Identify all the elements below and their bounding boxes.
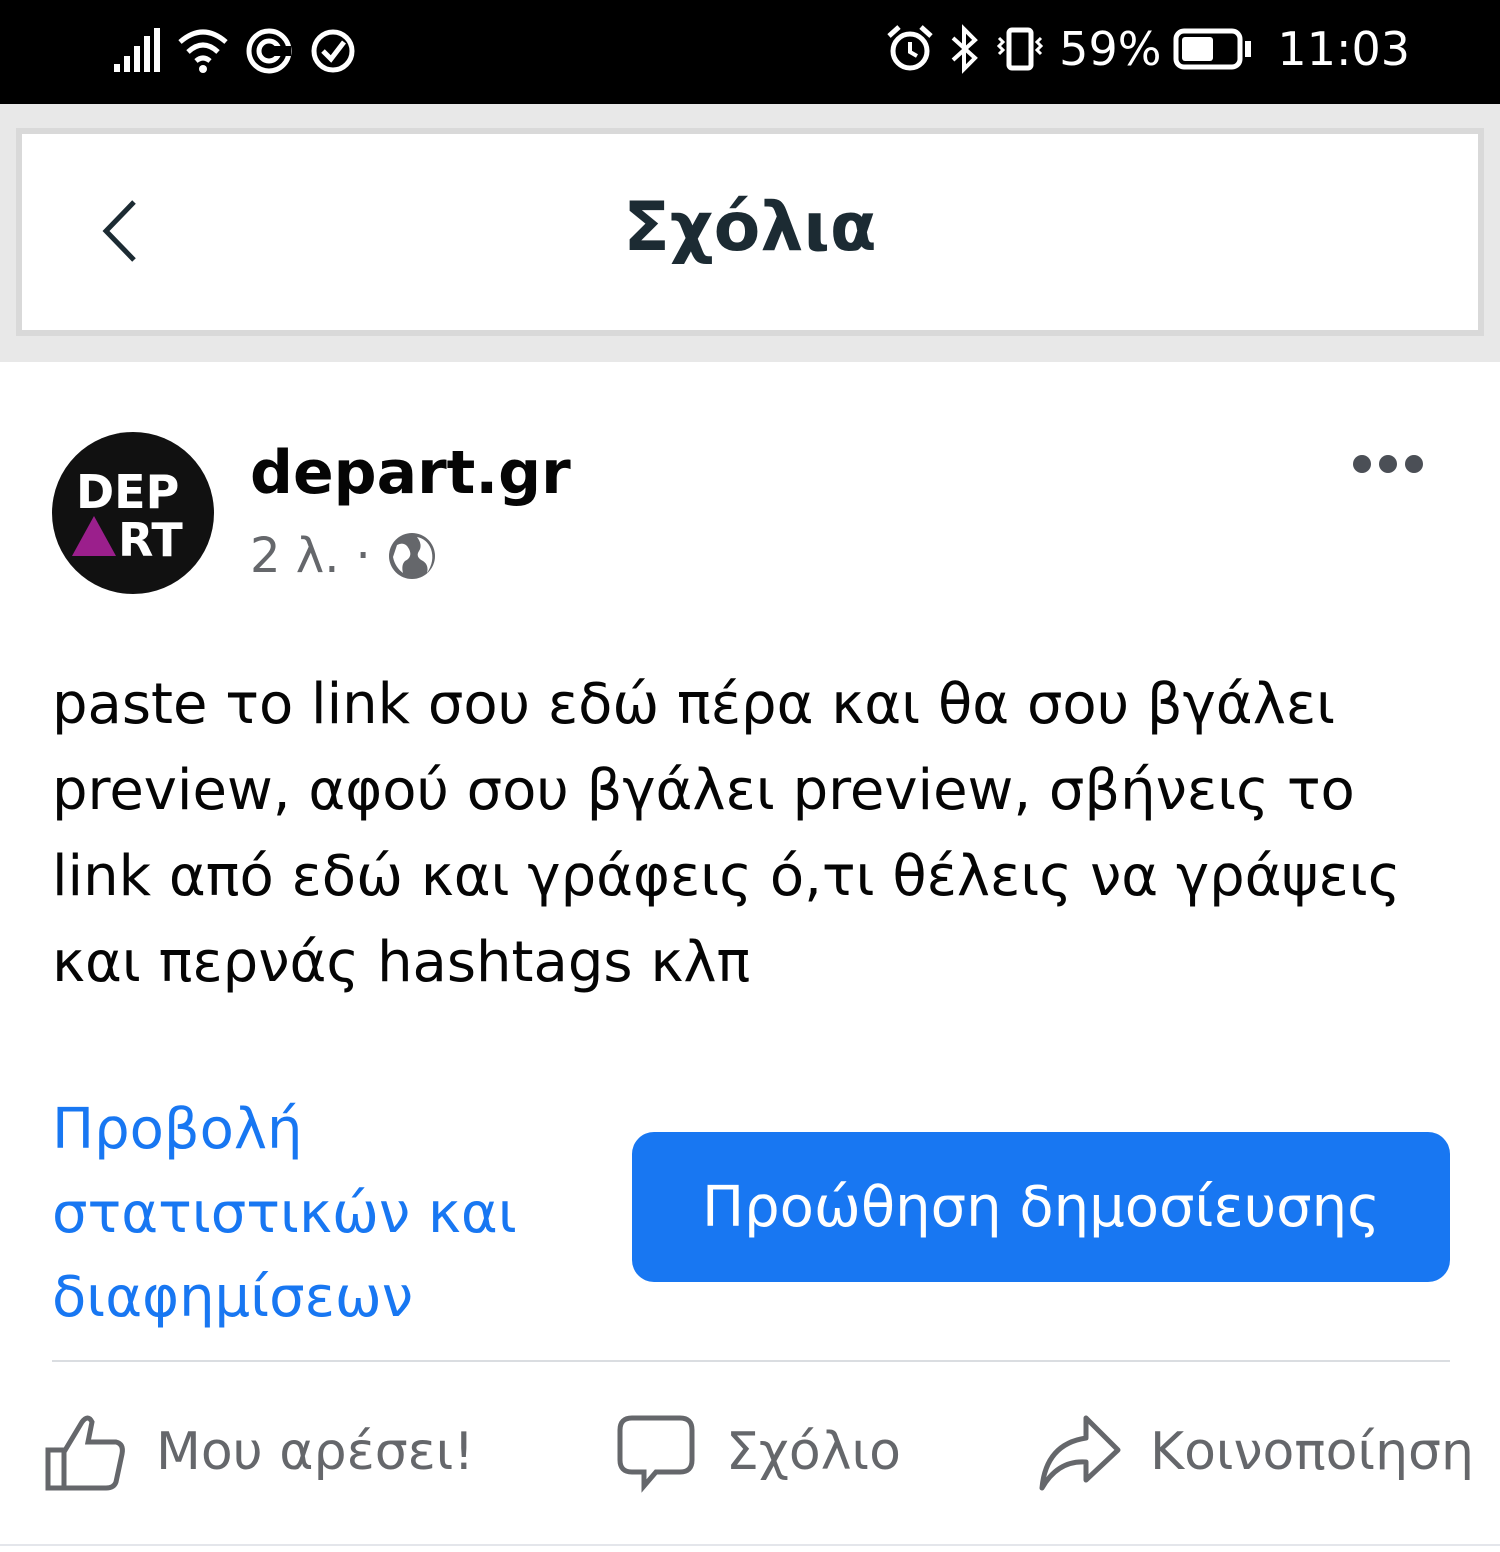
divider <box>52 1360 1450 1362</box>
bottom-divider <box>0 1544 1500 1546</box>
more-options-button[interactable] <box>1350 450 1426 478</box>
post-time[interactable]: 2 λ. <box>250 528 339 584</box>
share-icon <box>1039 1415 1121 1491</box>
bluetooth-icon <box>951 24 979 74</box>
globe-icon <box>388 533 435 579</box>
status-icons-left <box>112 26 358 76</box>
avatar-text-top: DEP <box>76 465 179 519</box>
avatar-text-bottom: RT <box>118 513 183 567</box>
comment-button[interactable]: Σχόλιο <box>614 1406 901 1498</box>
battery-icon <box>1173 28 1252 70</box>
alarm-icon <box>887 25 933 71</box>
page-name[interactable]: depart.gr <box>250 438 571 508</box>
vibrate-icon <box>997 27 1044 71</box>
wifi-icon <box>178 29 228 73</box>
share-button[interactable]: Κοινοποίηση <box>1036 1406 1474 1498</box>
status-icons-right: 59% 11:03 <box>885 22 1410 76</box>
like-label: Μου αρέσει! <box>156 1422 475 1482</box>
clock: 11:03 <box>1277 22 1410 76</box>
check-circle-icon <box>311 29 355 73</box>
meta-separator: · <box>355 528 371 584</box>
signal-icon <box>114 28 160 72</box>
like-icon <box>45 1415 125 1491</box>
avatar[interactable]: DEP RT <box>52 432 214 594</box>
comment-icon <box>617 1415 695 1493</box>
battery-percent: 59% <box>1059 22 1162 76</box>
page-title: Σχόλια <box>623 188 877 267</box>
share-label: Κοινοποίηση <box>1150 1422 1474 1482</box>
like-button[interactable]: Μου αρέσει! <box>44 1406 474 1498</box>
boost-post-button[interactable]: Προώθηση δημοσίευσης <box>632 1132 1450 1282</box>
data-saver-icon <box>246 28 292 74</box>
comment-label: Σχόλιο <box>726 1422 901 1482</box>
insights-link[interactable]: Προβολή στατιστικών και διαφημίσεων <box>52 1088 572 1340</box>
post-meta: 2 λ. · <box>250 528 437 584</box>
more-dots-icon <box>1353 455 1423 473</box>
depart-logo: DEP RT <box>72 465 183 567</box>
status-bar: 59% 11:03 <box>0 0 1500 104</box>
post-text: paste το link σου εδώ πέρα και θα σου βγ… <box>52 672 1401 995</box>
